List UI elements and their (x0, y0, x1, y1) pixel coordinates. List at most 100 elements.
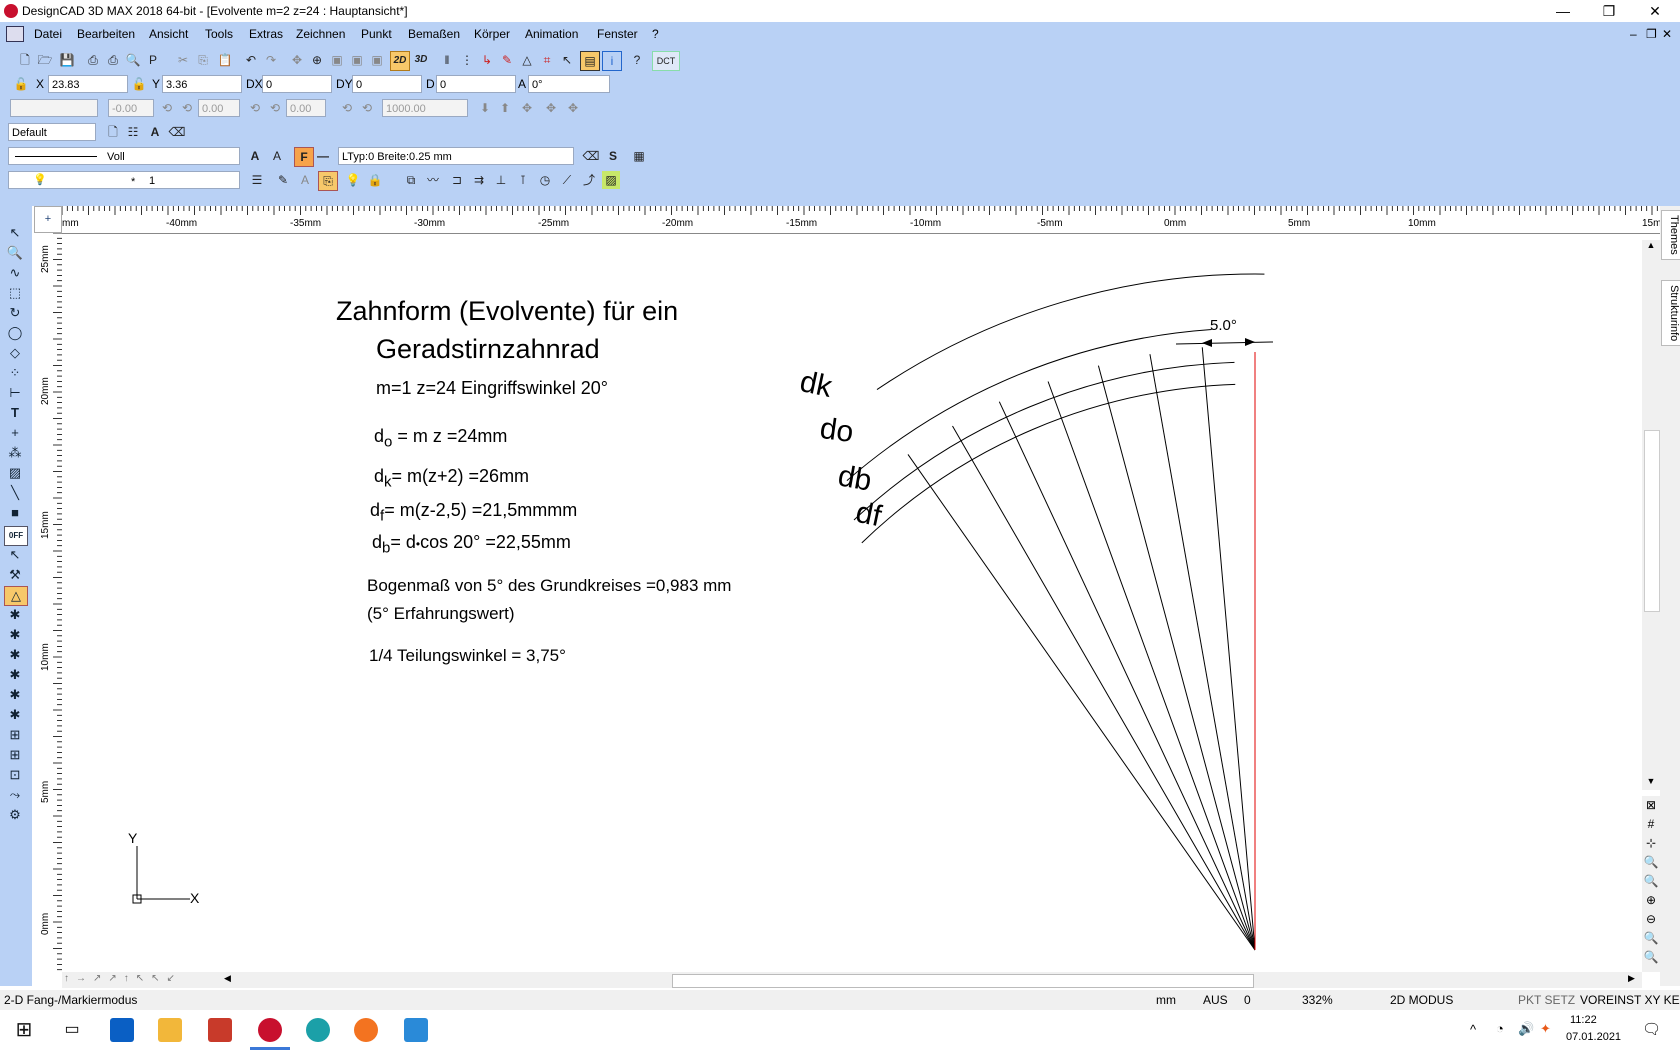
font-icon[interactable]: A (268, 147, 286, 165)
document-icon[interactable]: 🗋 (104, 123, 122, 141)
line-tool-icon[interactable]: ╲ (4, 484, 26, 502)
edge-icon[interactable] (306, 1018, 330, 1042)
properties-icon[interactable]: ☷ (124, 123, 142, 141)
snap-l-icon[interactable]: ✱ (4, 626, 26, 644)
triangle-icon[interactable]: △ (518, 51, 536, 69)
line-style-dropdown[interactable]: Voll (8, 147, 240, 165)
menu-datei[interactable]: Datei (34, 27, 62, 41)
stretch-icon[interactable]: ⟲ (358, 99, 376, 117)
ungroup-icon[interactable]: ▣ (348, 51, 366, 69)
menu-extras[interactable]: Extras (249, 27, 283, 41)
menu-bearbeiten[interactable]: Bearbeiten (77, 27, 135, 41)
snap-direction-buttons[interactable]: ↑→↗↗↑↖↖↙ (64, 973, 182, 984)
grid-snap-icon[interactable]: ⊞ (4, 726, 26, 744)
maximize-button[interactable]: ❐ (1586, 0, 1632, 22)
scroll-down-icon[interactable]: ▼ (1644, 776, 1658, 790)
layer-copy-icon[interactable]: ⎘ (318, 171, 338, 191)
menu-animation[interactable]: Animation (525, 27, 578, 41)
up-icon[interactable]: ⬆ (496, 99, 514, 117)
value3-field[interactable]: 0.00 (286, 99, 326, 117)
down-icon[interactable]: ⬇ (476, 99, 494, 117)
lock-y-icon[interactable]: 🔓 (130, 75, 148, 93)
layer-stack-icon[interactable]: ☰ (248, 171, 266, 189)
layer-window-icon[interactable]: ▤ (580, 51, 600, 71)
snap-i2-icon[interactable]: ✱ (4, 666, 26, 684)
app-settings-icon[interactable] (208, 1018, 232, 1042)
explorer-icon[interactable] (158, 1018, 182, 1042)
notification-icon[interactable]: 🗨 (1642, 1020, 1661, 1038)
close-view-icon[interactable]: ⊠ (1642, 796, 1660, 815)
paste-icon[interactable]: 📋 (216, 51, 234, 69)
paint-icon[interactable]: ⌫ (582, 147, 600, 165)
font-bold-icon[interactable]: A (246, 147, 264, 165)
mirror-icon[interactable]: ⟲ (266, 99, 284, 117)
layer-edit-icon[interactable]: ✎ (274, 171, 292, 189)
ruler-origin-icon[interactable]: + (34, 206, 62, 233)
polygon-tool-icon[interactable]: ◇ (4, 344, 26, 362)
rotate-x-icon[interactable]: ⟲ (158, 99, 176, 117)
point-tool-icon[interactable]: + (4, 424, 26, 442)
scale-icon[interactable]: ⟲ (246, 99, 264, 117)
grid-toggle-icon[interactable]: ⋮ (458, 51, 476, 69)
layer-bulb-icon[interactable]: 💡 (344, 171, 362, 189)
move-icon[interactable]: ✥ (288, 51, 306, 69)
undo-icon[interactable]: ↶ (242, 51, 260, 69)
array-tool-icon[interactable]: ⁘ (4, 364, 26, 382)
vertical-scrollbar[interactable]: ▲ ▼ (1642, 240, 1660, 790)
grid-tool-icon[interactable]: ⁂ (4, 444, 26, 462)
grid-view-icon[interactable]: # (1642, 815, 1660, 834)
tray-app-icon[interactable]: ✦ (1540, 1021, 1551, 1037)
page-setup-icon[interactable]: P (144, 51, 162, 69)
minimize-button[interactable]: — (1540, 0, 1586, 22)
box-tool-icon[interactable]: ⬚ (4, 284, 26, 302)
horizontal-scroll-thumb[interactable] (672, 974, 1254, 988)
layer-text-icon[interactable]: A (296, 171, 314, 189)
mdi-close-button[interactable]: ✕ (1662, 27, 1672, 41)
pencil-icon[interactable]: ✎ (498, 51, 516, 69)
hatch-icon[interactable]: ▨ (602, 171, 620, 189)
circle-tool-icon[interactable]: ◯ (4, 324, 26, 342)
print-icon[interactable]: ⎙ (84, 51, 102, 69)
zoom-window-icon[interactable]: 🔍 (1642, 853, 1660, 872)
firefox-icon[interactable] (354, 1018, 378, 1042)
zoom-tool-icon[interactable]: 🔍 (4, 244, 26, 262)
tab-strukturinfo[interactable]: Strukturinfo (1661, 280, 1680, 347)
measure-icon[interactable]: ◷ (536, 171, 554, 189)
tangent-icon[interactable]: ⊺ (514, 171, 532, 189)
snap-m2-icon[interactable]: ✱ (4, 706, 26, 724)
angle-field[interactable]: 0° (528, 75, 610, 93)
linetype-dropdown[interactable]: LTyp:0 Breite:0.25 mm (338, 147, 574, 165)
copy-icon[interactable]: ⎘ (194, 51, 212, 69)
fill-tool-icon[interactable]: ■ (4, 504, 26, 522)
close-button[interactable]: ✕ (1632, 0, 1678, 22)
snap-view-icon[interactable]: ⊹ (1642, 834, 1660, 853)
line-width-icon[interactable]: — (314, 147, 332, 165)
mdi-restore-button[interactable]: ❐ (1646, 27, 1657, 41)
redo-icon[interactable]: ↷ (262, 51, 280, 69)
off-toggle-icon[interactable]: 0FF (4, 526, 28, 546)
move-all-icon[interactable]: ✥ (542, 99, 560, 117)
snap-i-icon[interactable]: ✱ (4, 646, 26, 664)
disabled-combo[interactable] (10, 99, 98, 117)
block-icon[interactable]: ▣ (368, 51, 386, 69)
pick-icon[interactable]: ⤳ (4, 786, 26, 804)
info-icon[interactable]: i (602, 51, 622, 71)
x-field[interactable]: 23.83 (48, 75, 128, 93)
horizontal-scrollbar[interactable]: ↑→↗↗↑↖↖↙ ◀ ▶ (62, 972, 1642, 988)
axis-icon[interactable]: ↳ (478, 51, 496, 69)
tray-chevron-icon[interactable]: ^ (1470, 1022, 1476, 1037)
zoom-in-icon[interactable]: ⊕ (1642, 891, 1660, 910)
designcad-icon[interactable] (258, 1018, 282, 1042)
cut-icon[interactable]: ✂ (174, 51, 192, 69)
mdi-minimize-button[interactable]: – (1630, 27, 1637, 41)
start-icon[interactable]: ⊞ (12, 1018, 36, 1042)
value2-field[interactable]: 0.00 (198, 99, 240, 117)
zoom-extent-icon[interactable]: 🔍 (1642, 948, 1660, 967)
nodes-icon[interactable]: ⌗ (538, 51, 556, 69)
snap-cursor-icon[interactable]: ↖ (4, 546, 26, 564)
vertical-scroll-thumb[interactable] (1644, 430, 1660, 612)
offset-icon[interactable]: ⟲ (338, 99, 356, 117)
store-icon[interactable] (404, 1018, 428, 1042)
box-icon[interactable]: ⧉ (402, 171, 420, 189)
menu-koerper[interactable]: Körper (474, 27, 510, 41)
